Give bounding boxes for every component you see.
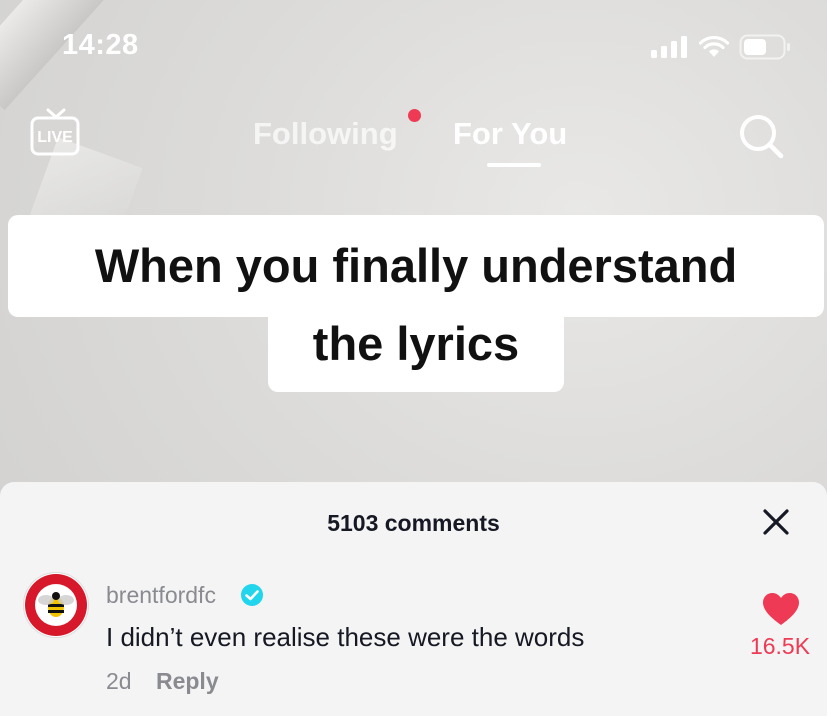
close-icon[interactable] (762, 508, 790, 541)
comments-sheet: 5103 comments brentfordfc I didn’t even … (0, 482, 827, 716)
verified-badge-icon (240, 583, 264, 612)
battery-icon (739, 34, 790, 60)
tab-following[interactable]: Following (253, 116, 398, 152)
avatar[interactable] (23, 572, 89, 638)
comment-username[interactable]: brentfordfc (106, 582, 216, 609)
comment-age: 2d (106, 668, 132, 694)
wifi-icon (699, 36, 729, 57)
like-count: 16.5K (749, 633, 811, 659)
comment-meta: 2d Reply (106, 668, 219, 695)
top-nav: LIVE Following For You (0, 108, 827, 168)
brentford-crest-icon (25, 574, 87, 636)
cellular-signal-icon (651, 36, 687, 58)
comments-count: 5103 comments (327, 510, 500, 536)
reply-button[interactable]: Reply (156, 668, 219, 694)
video-caption-line-2: the lyrics (268, 300, 564, 392)
tab-for-you[interactable]: For You (453, 116, 567, 152)
live-label: LIVE (37, 129, 73, 146)
search-icon[interactable] (737, 112, 785, 165)
heart-icon[interactable] (762, 592, 800, 631)
comment-text: I didn’t even realise these were the wor… (106, 622, 585, 652)
live-icon[interactable]: LIVE (30, 108, 82, 165)
notification-dot (408, 109, 421, 122)
active-tab-underline (487, 163, 541, 167)
status-time: 14:28 (62, 29, 139, 61)
status-icons (651, 34, 791, 60)
